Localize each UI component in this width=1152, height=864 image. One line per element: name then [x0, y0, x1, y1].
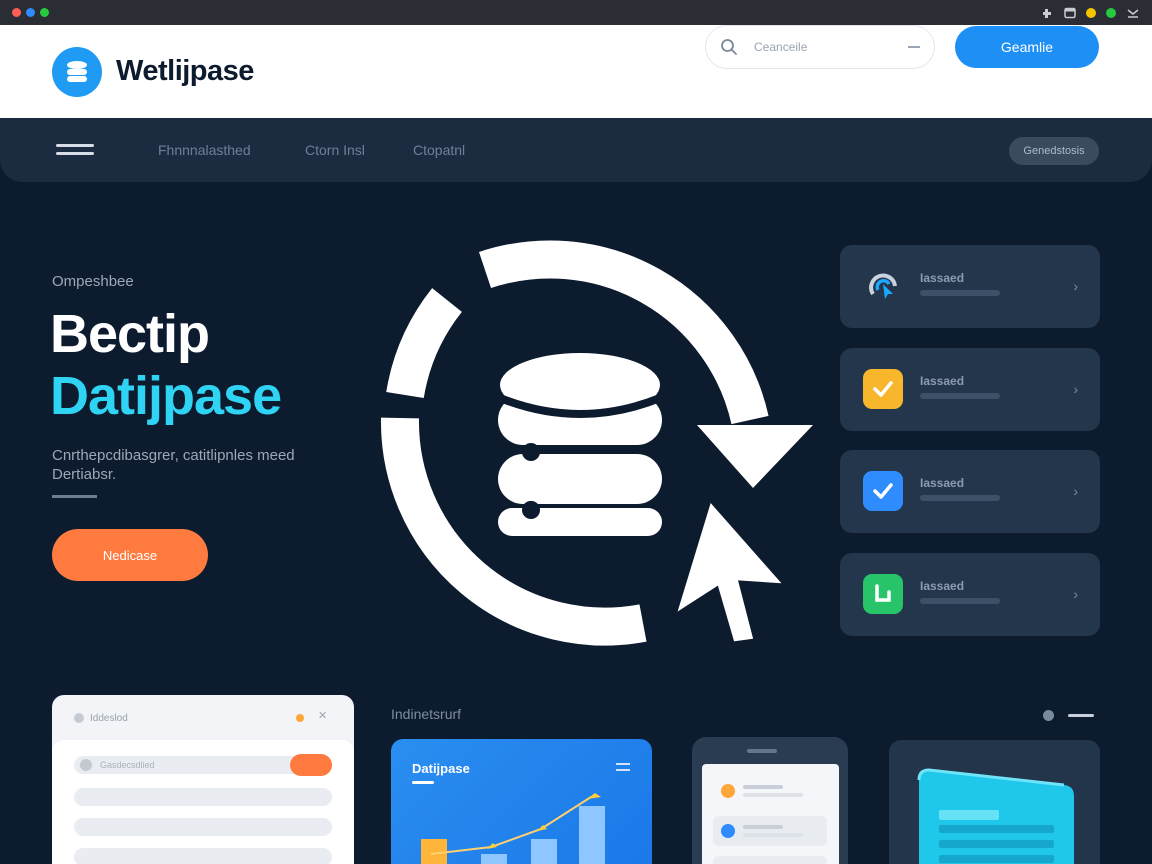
check-icon — [863, 471, 903, 511]
chevron-right-icon[interactable]: › — [1073, 483, 1078, 499]
menu-icon[interactable] — [56, 144, 94, 158]
feature-title-4: Iassaed — [920, 579, 965, 593]
header-cta-button[interactable]: Geamlie — [955, 26, 1099, 68]
status-dot-yellow — [1086, 7, 1096, 18]
feature-card-2[interactable]: Iassaed › — [840, 348, 1100, 431]
list-panel-body: Gasdecsdlied — [52, 740, 354, 864]
feature-title-1: Iassaed — [920, 271, 965, 285]
list-item[interactable] — [713, 856, 827, 864]
puzzle-icon[interactable] — [1040, 6, 1054, 20]
feature-subtitle-2 — [920, 393, 1000, 399]
hero-headline-line1: Bectip — [50, 304, 210, 364]
list-panel-header: Iddeslod ✕ — [52, 695, 354, 740]
nav-link-1[interactable]: Fhnnnalasthed — [158, 142, 251, 158]
nav-bar: Fhnnnalasthed Ctorn Insl Ctopatnl Geneds… — [0, 118, 1152, 182]
feature-card-3[interactable]: Iassaed › — [840, 450, 1100, 533]
minimize-icon[interactable] — [1126, 6, 1140, 20]
brand-name[interactable]: Wetlijpase — [116, 55, 254, 88]
minimize-window-dot[interactable] — [26, 8, 35, 17]
search-clear-icon[interactable] — [908, 46, 920, 48]
panel-title: Iddeslod — [90, 713, 128, 724]
list-panel: Iddeslod ✕ Gasdecsdlied — [52, 695, 354, 864]
list-item-icon — [80, 759, 92, 771]
feature-subtitle-1 — [920, 290, 1000, 296]
status-dot-orange — [296, 714, 304, 722]
maximize-window-dot[interactable] — [40, 8, 49, 17]
close-icon[interactable]: ✕ — [318, 709, 327, 722]
list-item[interactable] — [74, 788, 332, 806]
mobile-preview-card[interactable] — [692, 737, 848, 864]
feature-subtitle-3 — [920, 495, 1000, 501]
search-box[interactable] — [705, 25, 935, 69]
hero-eyebrow: Ompeshbee — [52, 273, 134, 290]
feature-title-3: Iassaed — [920, 476, 965, 490]
check-icon — [863, 369, 903, 409]
window-icon[interactable] — [1064, 7, 1076, 19]
list-item[interactable] — [74, 848, 332, 864]
status-dot-orange — [721, 784, 735, 798]
database-logo-icon[interactable] — [52, 46, 102, 97]
list-item[interactable]: Gasdecsdlied — [74, 754, 332, 776]
feature-title-2: Iassaed — [920, 374, 965, 388]
carousel-dot[interactable] — [1043, 710, 1054, 721]
hero-headline-line2: Datijpase — [50, 366, 282, 426]
phone-screen — [702, 764, 839, 864]
chevron-right-icon[interactable]: › — [1073, 278, 1078, 294]
list-item[interactable] — [74, 818, 332, 836]
feature-subtitle-4 — [920, 598, 1000, 604]
list-item-label: Gasdecsdlied — [100, 760, 155, 770]
list-item-action-button[interactable] — [290, 754, 332, 776]
hero-divider — [52, 495, 97, 498]
hero-cta-button[interactable]: Nedicase — [52, 529, 208, 581]
window-chrome — [0, 0, 1152, 25]
document-illustration — [917, 768, 1074, 864]
database-icon — [863, 574, 903, 614]
chart-card[interactable]: Datijpase — [391, 739, 652, 864]
chevron-right-icon[interactable]: › — [1073, 381, 1078, 397]
bar-chart-illustration — [421, 793, 605, 864]
feature-card-4[interactable]: Iassaed › — [840, 553, 1100, 636]
section-label: Indinetsrurf — [391, 706, 462, 722]
nav-link-2[interactable]: Ctorn Insl — [305, 142, 365, 158]
list-item[interactable] — [713, 816, 827, 846]
phone-notch — [747, 749, 777, 753]
refresh-cursor-icon — [863, 266, 903, 306]
nav-pill-button[interactable]: Genedstosis — [1009, 137, 1099, 165]
hero-description: Cnrthepcdibasgrer, catitlipnles meed Der… — [52, 447, 295, 483]
carousel-active-indicator[interactable] — [1068, 714, 1094, 717]
feature-card-1[interactable]: Iassaed › — [840, 245, 1100, 328]
nav-link-3[interactable]: Ctopatnl — [413, 142, 465, 158]
info-icon — [721, 824, 735, 838]
chevron-right-icon[interactable]: › — [1073, 586, 1078, 602]
panel-avatar-icon — [74, 713, 84, 723]
preview-card[interactable] — [889, 740, 1100, 864]
database-sync-illustration — [380, 240, 813, 646]
close-window-dot[interactable] — [12, 8, 21, 17]
status-dot-green — [1106, 7, 1116, 18]
search-icon — [721, 39, 737, 55]
list-item[interactable] — [713, 776, 827, 806]
search-input[interactable] — [754, 40, 894, 54]
